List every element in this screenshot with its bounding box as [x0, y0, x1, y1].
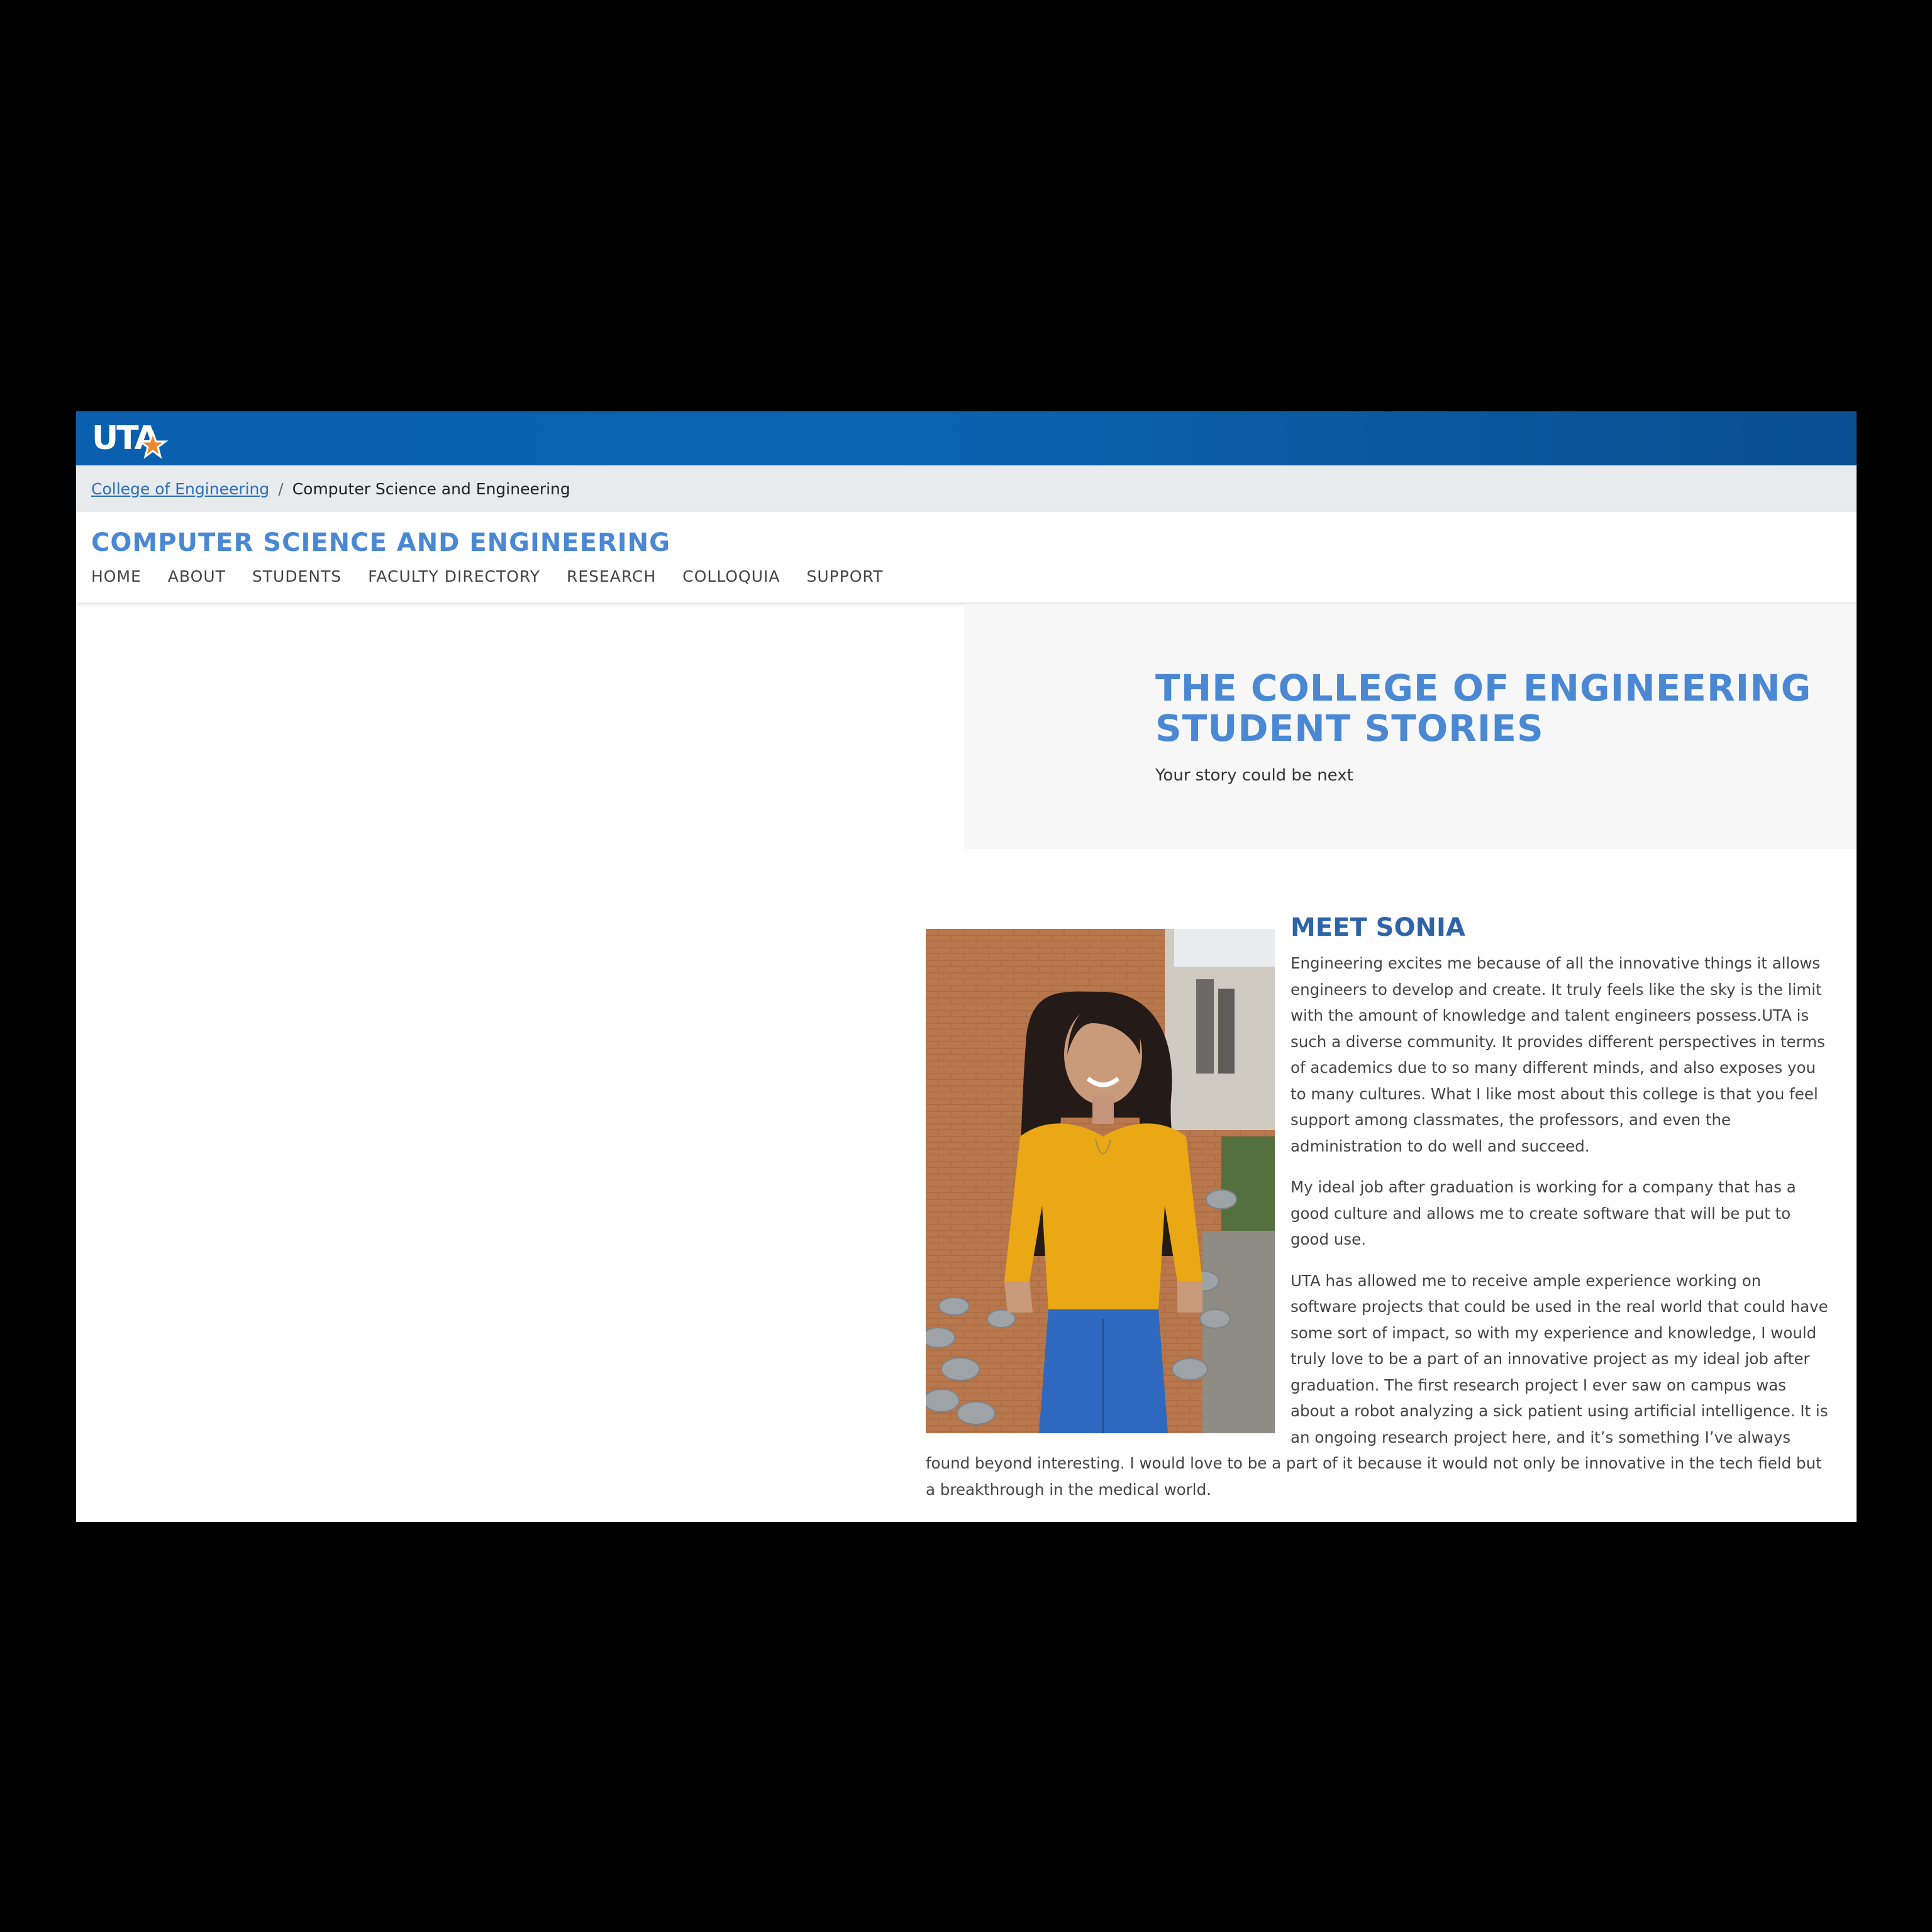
site-header: Computer Science and Engineering HOME AB…: [76, 512, 1857, 602]
breadcrumb-separator: /: [278, 479, 284, 498]
hero-subtitle: Your story could be next: [1155, 766, 1353, 785]
top-bar: UTA: [76, 411, 1857, 465]
uta-logo[interactable]: UTA: [92, 419, 169, 459]
student-photo: [926, 929, 1275, 1433]
nav-item-students[interactable]: STUDENTS: [252, 567, 341, 586]
student-story: Meet Sonia Engineering excites me becaus…: [926, 910, 1831, 1518]
nav-item-faculty-directory[interactable]: FACULTY DIRECTORY: [368, 567, 540, 586]
nav-item-about[interactable]: ABOUT: [168, 567, 226, 586]
breadcrumb-college-of-engineering[interactable]: College of Engineering: [91, 480, 269, 498]
nav-item-colloquia[interactable]: COLLOQUIA: [682, 567, 780, 586]
nav-item-research[interactable]: RESEARCH: [567, 567, 656, 586]
student-photo-illustration: [926, 929, 1275, 1433]
hero-title: The College of Engineering Student Stori…: [1155, 667, 1812, 750]
main-nav: HOME ABOUT STUDENTS FACULTY DIRECTORY RE…: [91, 567, 883, 586]
nav-item-home[interactable]: HOME: [91, 567, 142, 586]
nav-item-support[interactable]: SUPPORT: [807, 567, 884, 586]
page: UTA College of Engineering / Computer Sc…: [76, 411, 1857, 1522]
hero-box: The College of Engineering Student Stori…: [964, 604, 1857, 849]
breadcrumb-current-page: Computer Science and Engineering: [292, 479, 570, 498]
star-icon: [137, 430, 169, 459]
breadcrumb: College of Engineering / Computer Scienc…: [76, 465, 1857, 512]
site-title[interactable]: Computer Science and Engineering: [91, 528, 670, 557]
